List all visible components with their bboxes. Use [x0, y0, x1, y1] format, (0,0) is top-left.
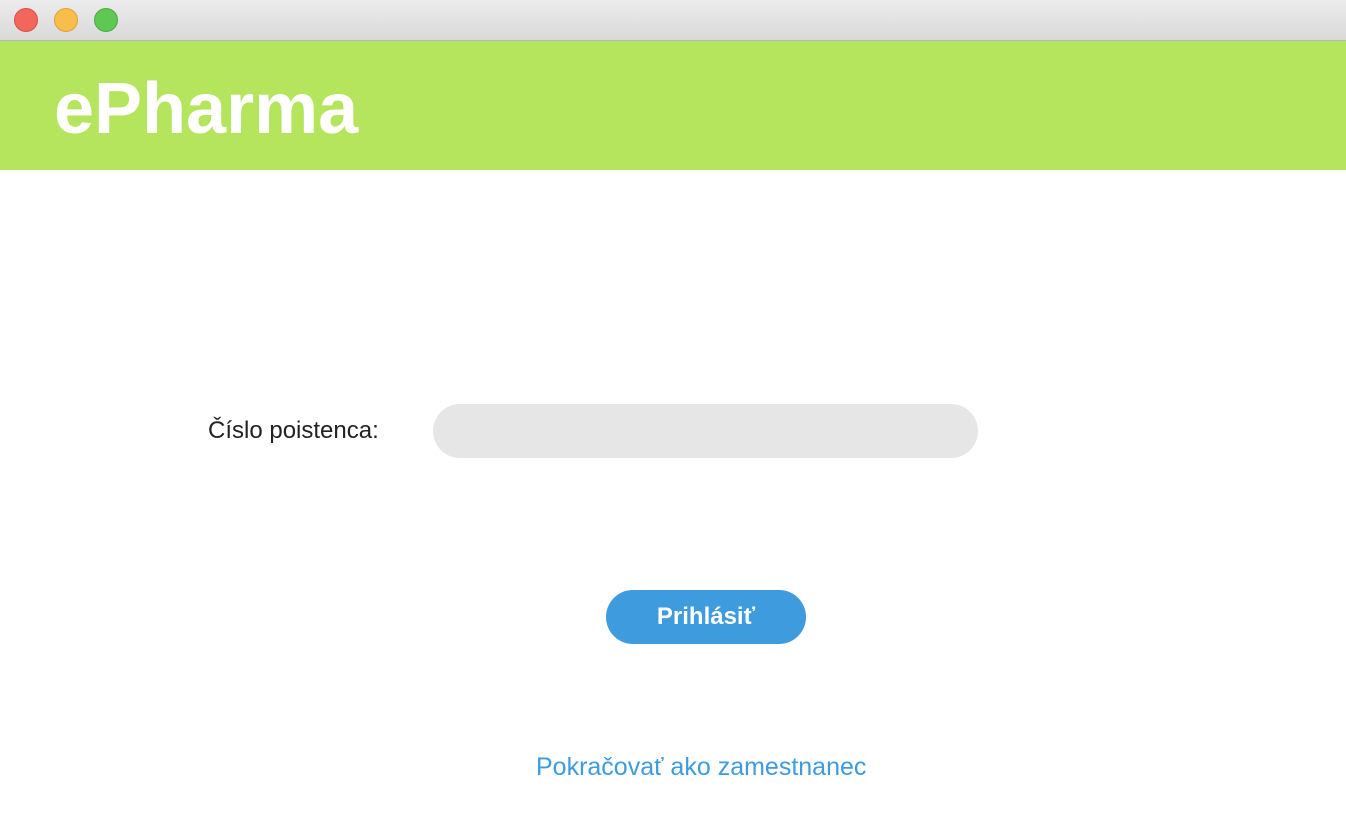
app-title: ePharma	[54, 69, 359, 149]
continue-as-employee-link[interactable]: Pokračovať ako zamestnanec	[536, 751, 866, 783]
minimize-icon[interactable]	[54, 8, 78, 32]
insured-number-label: Číslo poistenca:	[208, 417, 379, 444]
insured-number-input[interactable]	[433, 404, 978, 458]
app-window: ePharma Číslo poistenca: Prihlásiť Pokra…	[0, 0, 1346, 840]
login-button[interactable]: Prihlásiť	[606, 590, 806, 644]
window-titlebar[interactable]	[0, 0, 1346, 41]
app-header: ePharma	[0, 41, 1346, 170]
close-icon[interactable]	[14, 8, 38, 32]
maximize-icon[interactable]	[94, 8, 118, 32]
